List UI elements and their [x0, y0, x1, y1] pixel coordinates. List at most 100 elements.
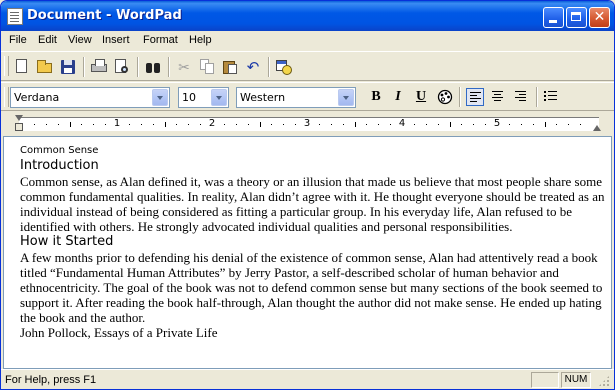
- ruler-tick: [200, 124, 202, 125]
- menu-help[interactable]: Help: [189, 34, 212, 46]
- color-button[interactable]: [436, 88, 454, 106]
- ruler-number: 2: [208, 118, 216, 129]
- palette-icon: [437, 89, 453, 105]
- window-title: Document - WordPad: [27, 8, 182, 23]
- ruler-number: 1: [113, 118, 121, 129]
- menu-insert[interactable]: Insert: [102, 34, 130, 46]
- menu-edit[interactable]: Edit: [38, 34, 57, 46]
- new-document-icon: [16, 59, 27, 73]
- ruler-half-tick: [354, 122, 356, 127]
- save-disk-icon: [61, 60, 75, 74]
- paragraph-how-it-started: A few months prior to defending his deni…: [20, 250, 603, 325]
- magnifier-icon: [121, 66, 128, 73]
- copy-button[interactable]: [198, 58, 216, 76]
- toolbar-separator: [268, 57, 270, 77]
- ruler-tick: [295, 124, 297, 125]
- document-title: Common Sense: [20, 145, 99, 156]
- ruler-tick: [57, 124, 59, 125]
- chevron-down-icon[interactable]: [338, 89, 354, 106]
- save-button[interactable]: [59, 58, 77, 76]
- ruler-number: 3: [303, 118, 311, 129]
- maximize-button[interactable]: [566, 7, 587, 28]
- heading-how-it-started: How it Started: [20, 234, 114, 249]
- align-center-button[interactable]: [489, 88, 507, 106]
- ruler-tick: [568, 124, 570, 125]
- new-button[interactable]: [13, 58, 31, 76]
- ruler-half-tick: [69, 122, 71, 127]
- clock-icon: [282, 65, 292, 75]
- toolbar-grip[interactable]: [4, 87, 9, 107]
- ruler-tick: [461, 124, 463, 125]
- menu-view[interactable]: View: [68, 34, 92, 46]
- menu-file[interactable]: File: [9, 34, 27, 46]
- undo-button[interactable]: ↶: [244, 58, 262, 76]
- ruler-tick: [81, 124, 83, 125]
- find-button[interactable]: [144, 58, 162, 76]
- ruler-tick: [520, 124, 522, 125]
- ruler-number: 4: [398, 118, 406, 129]
- resize-grip-icon[interactable]: [598, 375, 610, 387]
- ruler-tick: [390, 124, 392, 125]
- find-binoculars-icon: [145, 61, 161, 73]
- ruler-tick: [235, 124, 237, 125]
- ruler-tick: [247, 124, 249, 125]
- left-indent-marker[interactable]: [15, 115, 25, 133]
- heading-introduction: Introduction: [20, 158, 99, 173]
- ruler-tick: [105, 124, 107, 125]
- bullets-button[interactable]: [542, 88, 560, 106]
- paragraph-introduction: Common sense, as Alan defined it, was a …: [20, 174, 605, 234]
- chevron-down-icon[interactable]: [152, 89, 168, 106]
- status-panel: [531, 372, 559, 388]
- paste-paper-icon: [228, 64, 237, 74]
- document-content[interactable]: Common Sense Introduction Common sense, …: [20, 144, 605, 340]
- ruler-tick: [271, 124, 273, 125]
- ruler-tick: [366, 124, 368, 125]
- script-combo[interactable]: Western: [236, 87, 356, 108]
- print-button[interactable]: [90, 58, 108, 76]
- cut-button[interactable]: ✂: [175, 58, 193, 76]
- num-lock-indicator: NUM: [561, 372, 591, 388]
- ruler-tick: [140, 124, 142, 125]
- ruler-tick: [188, 124, 190, 125]
- ruler-tick: [413, 124, 415, 125]
- copy-icon-back: [205, 63, 214, 74]
- document-area[interactable]: Common Sense Introduction Common sense, …: [3, 136, 612, 369]
- ruler-area: 1 2 3 4 5: [1, 111, 614, 135]
- right-indent-marker[interactable]: [593, 125, 603, 133]
- ruler-number: 5: [493, 118, 501, 129]
- underline-button[interactable]: U: [412, 88, 430, 106]
- title-bar[interactable]: Document - WordPad ✕: [1, 1, 614, 31]
- ruler-tick: [152, 124, 154, 125]
- ruler-tick: [532, 124, 534, 125]
- date-time-button[interactable]: [275, 58, 293, 76]
- ruler-tick: [176, 124, 178, 125]
- ruler-tick: [473, 124, 475, 125]
- ruler[interactable]: 1 2 3 4 5: [19, 117, 599, 131]
- align-center-icon: [492, 91, 503, 101]
- ruler-tick: [330, 124, 332, 125]
- minimize-button[interactable]: [543, 7, 564, 28]
- italic-button[interactable]: I: [389, 88, 407, 106]
- bold-button[interactable]: B: [367, 88, 385, 106]
- align-left-button[interactable]: [466, 88, 484, 106]
- chevron-down-icon[interactable]: [211, 89, 227, 106]
- ruler-tick: [556, 124, 558, 125]
- close-button[interactable]: ✕: [589, 7, 610, 28]
- toolbar-grip[interactable]: [4, 56, 9, 76]
- close-icon: ✕: [593, 9, 606, 25]
- font-name-combo[interactable]: Verdana: [10, 87, 170, 108]
- paste-button[interactable]: [221, 58, 239, 76]
- ruler-tick: [283, 124, 285, 125]
- menu-format[interactable]: Format: [143, 34, 178, 46]
- align-right-button[interactable]: [512, 88, 530, 106]
- print-preview-button[interactable]: [113, 58, 131, 76]
- ruler-tick: [33, 124, 35, 125]
- open-folder-icon: [37, 60, 52, 73]
- ruler-tick: [437, 124, 439, 125]
- open-button[interactable]: [36, 58, 54, 76]
- undo-icon: ↶: [246, 58, 260, 76]
- ruler-tick: [223, 124, 225, 125]
- font-size-combo[interactable]: 10: [178, 87, 229, 108]
- wordpad-app-icon[interactable]: [7, 8, 23, 25]
- font-size-value: 10: [182, 91, 196, 104]
